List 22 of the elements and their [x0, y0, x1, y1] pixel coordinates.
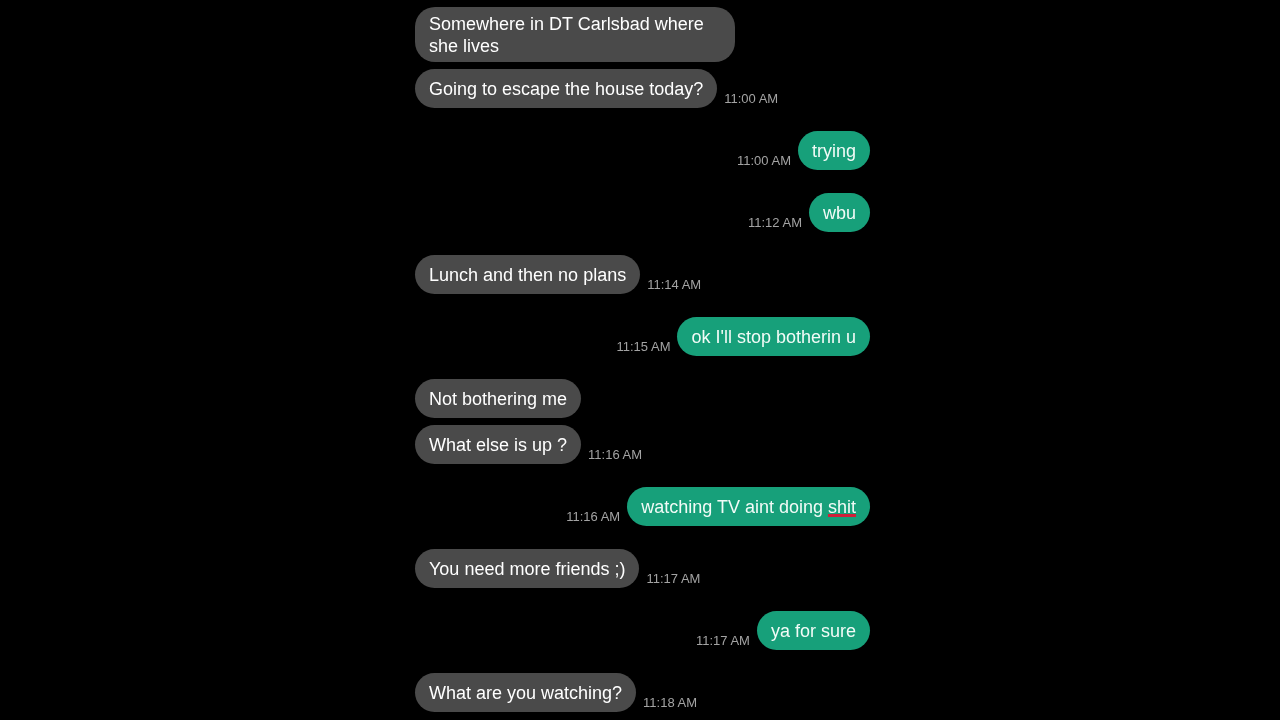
message-time: 11:16 AM [566, 509, 621, 525]
message-bubble: Not bothering me [415, 379, 582, 418]
message-time: 11:14 AM [647, 277, 702, 293]
message-time: 11:18 AM [643, 695, 698, 711]
message-bubble: ok I'll stop botherin u [677, 317, 870, 356]
message-bubble: wbu [808, 193, 870, 232]
message-bubble: What else is up ? [415, 425, 582, 464]
message-time: 11:12 AM [748, 215, 802, 231]
message-bubble: What are you watching? [415, 673, 637, 712]
message-bubble: Going to escape the house today? [415, 69, 718, 108]
message-time: 11:15 AM [616, 339, 671, 355]
message-bubble: trying [798, 131, 870, 170]
message-bubble: You need more friends ;) [415, 549, 640, 588]
message-bubble: ya for sure [756, 611, 870, 650]
message-bubble: Lunch and then no plans [415, 255, 641, 294]
message-bubble: Somewhere in DT Carlsbad where she lives [415, 7, 735, 62]
message-bubble: watching TV aint doing shit [627, 487, 870, 526]
message-time: 11:00 AM [724, 91, 779, 107]
message-time: 11:17 AM [696, 633, 750, 649]
message-time: 11:16 AM [588, 447, 643, 463]
message-time: 11:00 AM [737, 153, 791, 169]
message-time: 11:17 AM [646, 571, 701, 587]
